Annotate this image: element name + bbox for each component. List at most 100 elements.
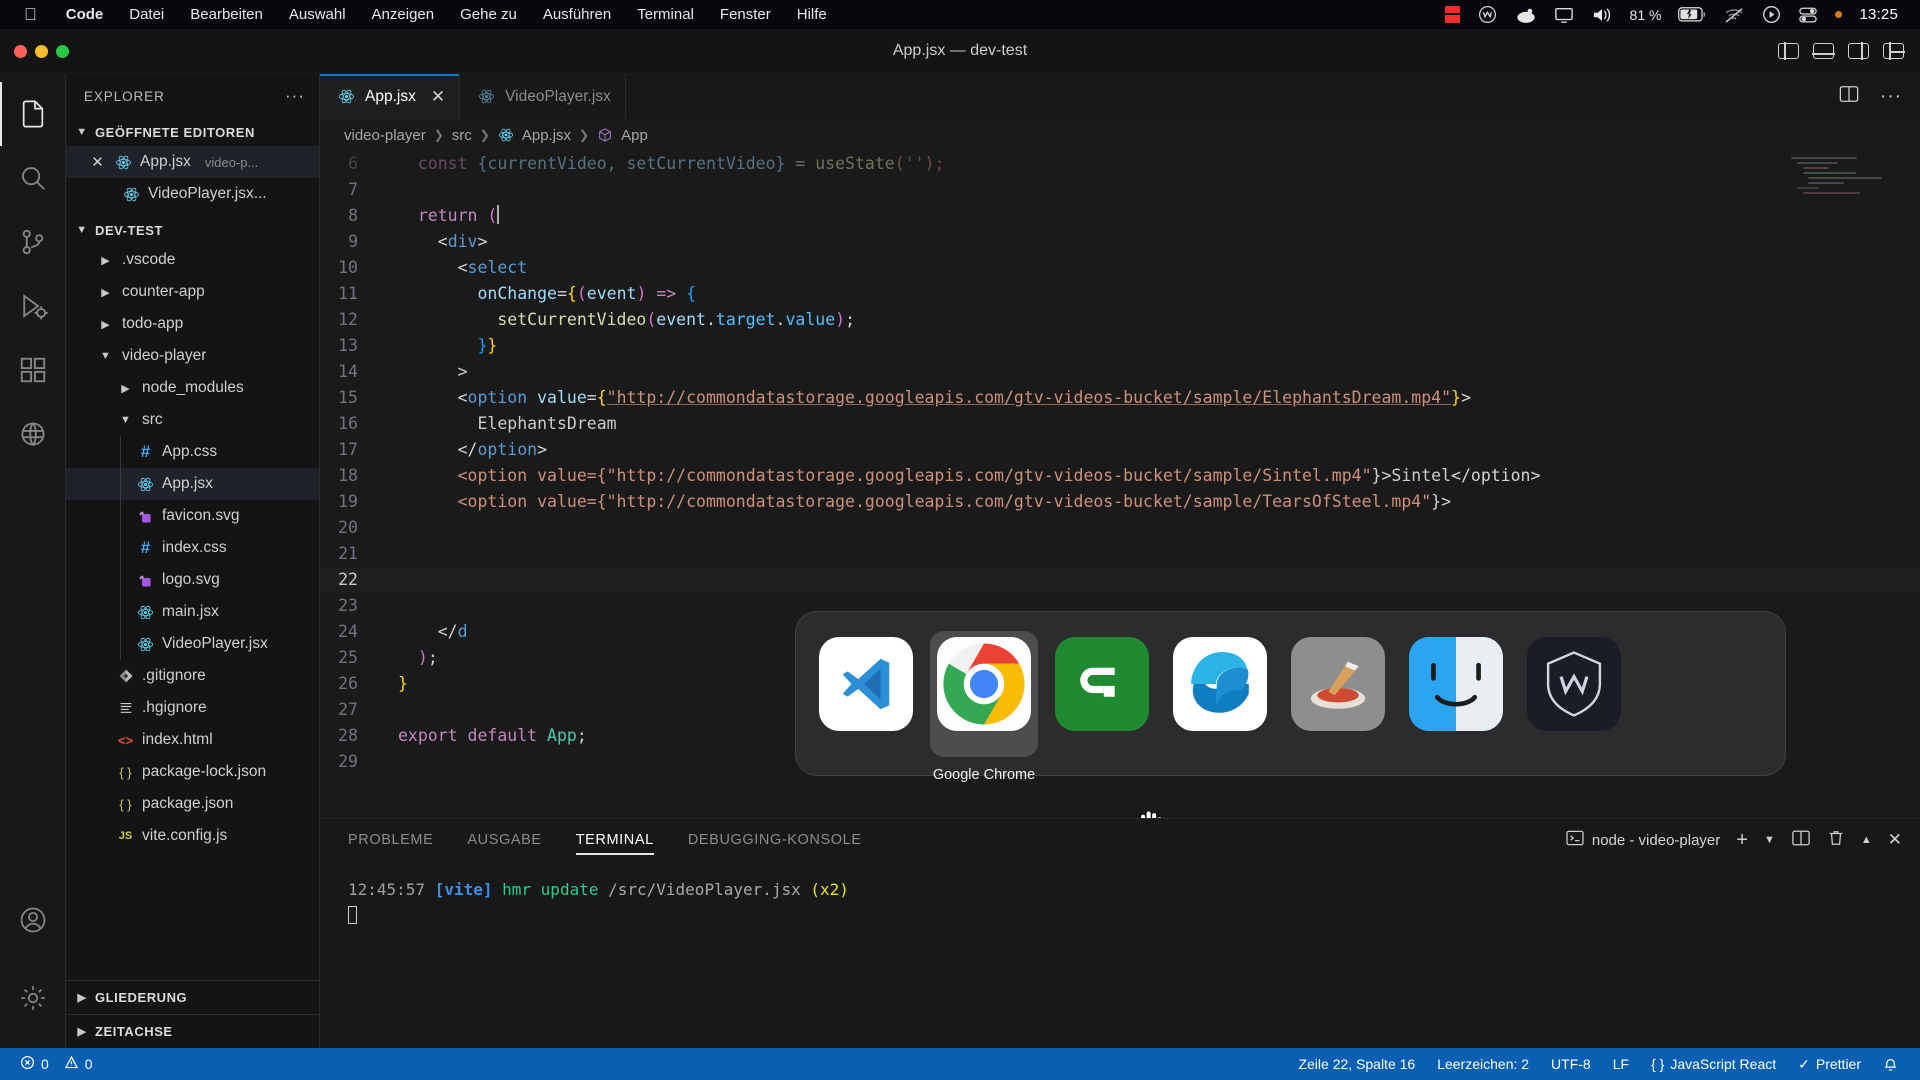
code-editor[interactable]: 6 const {currentVideo, setCurrentVideo} … — [320, 151, 1920, 818]
activity-extensions[interactable] — [0, 338, 66, 402]
minimap[interactable] — [1786, 157, 1906, 257]
window-close-button[interactable] — [14, 44, 27, 58]
activity-remote-explorer[interactable] — [0, 402, 66, 466]
window-maximize-button[interactable] — [56, 44, 69, 58]
open-editor-app-jsx[interactable]: ✕ App.jsx video-p... — [66, 146, 319, 178]
trash-icon[interactable] — [1827, 829, 1845, 851]
activity-manage[interactable] — [0, 966, 66, 1030]
tree-folder-counter-app[interactable]: ▶ counter-app — [66, 276, 319, 308]
status-encoding[interactable]: UTF-8 — [1551, 1056, 1591, 1072]
open-editor-videoplayer-jsx[interactable]: VideoPlayer.jsx... — [66, 178, 319, 210]
menu-item-code[interactable]: Code — [53, 6, 117, 23]
app-switcher-item-finder[interactable] — [1402, 631, 1510, 757]
status-eol[interactable]: LF — [1613, 1056, 1629, 1072]
split-terminal-icon[interactable] — [1791, 829, 1811, 851]
app-switcher-item-preview[interactable] — [1284, 631, 1392, 757]
tree-file-package-lock-json[interactable]: { } package-lock.json — [66, 756, 319, 788]
status-language-mode[interactable]: { } JavaScript React — [1651, 1056, 1776, 1072]
terminal-output[interactable]: 12:45:57 [vite] hmr update /src/VideoPla… — [320, 861, 1920, 1048]
app-switcher-item-camtasia[interactable] — [1048, 631, 1156, 757]
apple-icon[interactable]:  — [24, 6, 37, 23]
tree-file-app-css[interactable]: # App.css — [66, 436, 319, 468]
breadcrumb-src[interactable]: src — [452, 127, 472, 144]
app-switcher-item-wacom[interactable] — [1520, 631, 1628, 757]
tab-terminal[interactable]: TERMINAL — [575, 819, 654, 861]
tree-folder-src[interactable]: ▼ src — [66, 404, 319, 436]
section-timeline[interactable]: ▶ ZEITACHSE — [66, 1014, 319, 1048]
toggle-secondary-sidebar-icon[interactable] — [1848, 42, 1869, 60]
now-playing-icon[interactable] — [1762, 5, 1781, 25]
tab-probleme[interactable]: PROBLEME — [348, 819, 433, 861]
tree-file-favicon-svg[interactable]: favicon.svg — [66, 500, 319, 532]
activity-accounts[interactable] — [0, 888, 66, 952]
chevron-down-icon[interactable]: ▼ — [1764, 834, 1775, 846]
tree-file-package-json[interactable]: { } package.json — [66, 788, 319, 820]
tree-folder-node-modules[interactable]: ▶ node_modules — [66, 372, 319, 404]
wifi-off-icon[interactable] — [1723, 5, 1745, 25]
maximize-panel-icon[interactable]: ▲ — [1861, 834, 1872, 846]
menu-item-ausfuehren[interactable]: Ausführen — [530, 6, 624, 23]
app-switcher-item-chrome[interactable]: Google Chrome — [930, 630, 1038, 783]
menu-item-auswahl[interactable]: Auswahl — [276, 6, 359, 23]
tree-folder-todo-app[interactable]: ▶ todo-app — [66, 308, 319, 340]
activity-search[interactable] — [0, 146, 66, 210]
menu-item-terminal[interactable]: Terminal — [624, 6, 707, 23]
menu-item-anzeigen[interactable]: Anzeigen — [359, 6, 448, 23]
tree-file--gitignore[interactable]: .gitignore — [66, 660, 319, 692]
status-indentation[interactable]: Leerzeichen: 2 — [1437, 1056, 1529, 1072]
stop-recording-icon[interactable] — [1444, 5, 1460, 25]
tree-file--hgignore[interactable]: .hgignore — [66, 692, 319, 724]
menu-item-fenster[interactable]: Fenster — [707, 6, 784, 23]
more-actions-icon[interactable]: ··· — [1880, 86, 1902, 108]
activity-source-control[interactable] — [0, 210, 66, 274]
terminal-selector[interactable]: node - video-player — [1566, 830, 1720, 850]
volume-icon[interactable] — [1591, 5, 1613, 25]
tree-file-videoplayer-jsx[interactable]: VideoPlayer.jsx — [66, 628, 319, 660]
breadcrumb-video-player[interactable]: video-player — [344, 127, 426, 144]
control-center-icon[interactable] — [1798, 5, 1818, 25]
section-open-editors[interactable]: ▼ GEÖFFNETE EDITOREN — [66, 118, 319, 146]
blob-icon[interactable] — [1515, 5, 1537, 25]
app-switcher-item-edge[interactable] — [1166, 631, 1274, 757]
tab-close-icon[interactable]: ✕ — [431, 87, 445, 107]
display-icon[interactable] — [1554, 5, 1574, 25]
toggle-primary-sidebar-icon[interactable] — [1778, 42, 1799, 60]
tab-ausgabe[interactable]: AUSGABE — [467, 819, 541, 861]
tree-file-index-css[interactable]: # index.css — [66, 532, 319, 564]
status-formatter[interactable]: ✓ Prettier — [1798, 1056, 1861, 1073]
window-minimize-button[interactable] — [35, 44, 48, 58]
wacom-icon[interactable] — [1477, 5, 1498, 25]
tab-videoplayer-jsx[interactable]: VideoPlayer.jsx — [460, 74, 626, 119]
breadcrumb-app-jsx[interactable]: App.jsx — [522, 127, 571, 144]
tree-file-main-jsx[interactable]: main.jsx — [66, 596, 319, 628]
tree-file-index-html[interactable]: <> index.html — [66, 724, 319, 756]
close-icon[interactable]: ✕ — [88, 153, 107, 171]
menu-item-datei[interactable]: Datei — [116, 6, 177, 23]
activity-run-debug[interactable] — [0, 274, 66, 338]
new-terminal-icon[interactable]: + — [1736, 829, 1748, 852]
status-problems[interactable]: 0 0 — [20, 1055, 93, 1073]
tree-file-app-jsx[interactable]: App.jsx — [66, 468, 319, 500]
menu-item-gehe-zu[interactable]: Gehe zu — [447, 6, 530, 23]
customize-layout-icon[interactable] — [1883, 42, 1905, 60]
battery-icon[interactable] — [1678, 5, 1706, 25]
app-switcher-item-vscode[interactable] — [812, 631, 920, 757]
tab-app-jsx[interactable]: App.jsx ✕ — [320, 74, 461, 119]
section-outline[interactable]: ▶ GLIEDERUNG — [66, 980, 319, 1014]
tree-file-logo-svg[interactable]: logo.svg — [66, 564, 319, 596]
split-editor-icon[interactable] — [1838, 84, 1860, 109]
tree-file-vite-config-js[interactable]: JS vite.config.js — [66, 820, 319, 852]
app-switcher[interactable]: Google Chrome — [795, 611, 1786, 783]
status-notifications[interactable] — [1883, 1057, 1898, 1072]
breadcrumb-app-symbol[interactable]: App — [621, 127, 648, 144]
tree-folder-video-player[interactable]: ▼ video-player — [66, 340, 319, 372]
tab-debugging-konsole[interactable]: DEBUGGING-KONSOLE — [688, 819, 862, 861]
close-panel-icon[interactable]: ✕ — [1888, 830, 1902, 850]
explorer-more-actions-icon[interactable]: ··· — [285, 86, 305, 106]
activity-explorer[interactable] — [0, 82, 66, 146]
menu-item-bearbeiten[interactable]: Bearbeiten — [177, 6, 276, 23]
section-workspace[interactable]: ▼ DEV-TEST — [66, 216, 319, 244]
menu-clock[interactable]: 13:25 — [1859, 6, 1898, 23]
tree-folder--vscode[interactable]: ▶ .vscode — [66, 244, 319, 276]
status-cursor-position[interactable]: Zeile 22, Spalte 16 — [1298, 1056, 1415, 1072]
